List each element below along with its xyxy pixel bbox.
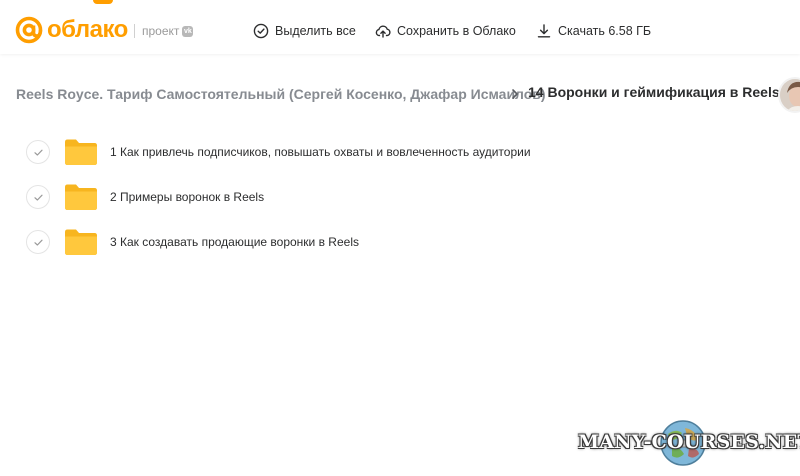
cloud-logo[interactable]: облако [15, 15, 128, 45]
at-sign-logo-icon [15, 16, 43, 44]
folder-icon [65, 229, 97, 255]
check-icon [33, 194, 43, 201]
watermark: MANY-COURSES.NET [578, 418, 800, 470]
file-name: 2 Примеры воронок в Reels [110, 190, 265, 204]
download-label: Скачать 6.58 ГБ [558, 24, 652, 38]
breadcrumb: Reels Royce. Тариф Самостоятельный (Серг… [16, 84, 780, 104]
breadcrumb-parent-link[interactable]: Reels Royce. Тариф Самостоятельный (Серг… [16, 86, 546, 102]
top-bar: облако проект vk Выделить все Сохранить … [0, 0, 800, 54]
check-circle-icon [253, 23, 269, 39]
chevron-right-icon [512, 89, 518, 99]
list-item[interactable]: 3 Как создавать продающие воронки в Reel… [26, 225, 586, 259]
select-checkbox[interactable] [26, 185, 50, 209]
logo-divider [134, 24, 135, 38]
avatar[interactable] [778, 77, 800, 113]
select-checkbox[interactable] [26, 140, 50, 164]
folder-icon [65, 139, 97, 165]
download-button[interactable]: Скачать 6.58 ГБ [536, 22, 651, 40]
project-text: проект [142, 24, 180, 38]
select-all-button[interactable]: Выделить все [253, 22, 356, 40]
list-item[interactable]: 1 Как привлечь подписчиков, повышать охв… [26, 135, 586, 169]
logo-text: облако [47, 16, 128, 43]
file-name: 3 Как создавать продающие воронки в Reel… [110, 235, 359, 249]
download-icon [537, 24, 551, 38]
select-all-label: Выделить все [275, 24, 356, 38]
file-name: 1 Как привлечь подписчиков, повышать охв… [110, 145, 531, 159]
check-icon [33, 149, 43, 156]
check-icon [33, 239, 43, 246]
select-checkbox[interactable] [26, 230, 50, 254]
cloud-upload-icon [375, 25, 391, 38]
save-to-cloud-button[interactable]: Сохранить в Облако [375, 22, 516, 40]
vk-badge-icon: vk [182, 25, 194, 37]
project-label[interactable]: проект vk [142, 23, 194, 39]
orange-tab-accent [93, 0, 113, 4]
avatar-photo [780, 79, 800, 111]
watermark-text: MANY-COURSES.NET [578, 431, 800, 453]
breadcrumb-current: 14 Воронки и геймификация в Reels [528, 84, 780, 100]
save-to-cloud-label: Сохранить в Облако [397, 24, 516, 38]
list-item[interactable]: 2 Примеры воронок в Reels [26, 180, 586, 214]
folder-icon [65, 184, 97, 210]
